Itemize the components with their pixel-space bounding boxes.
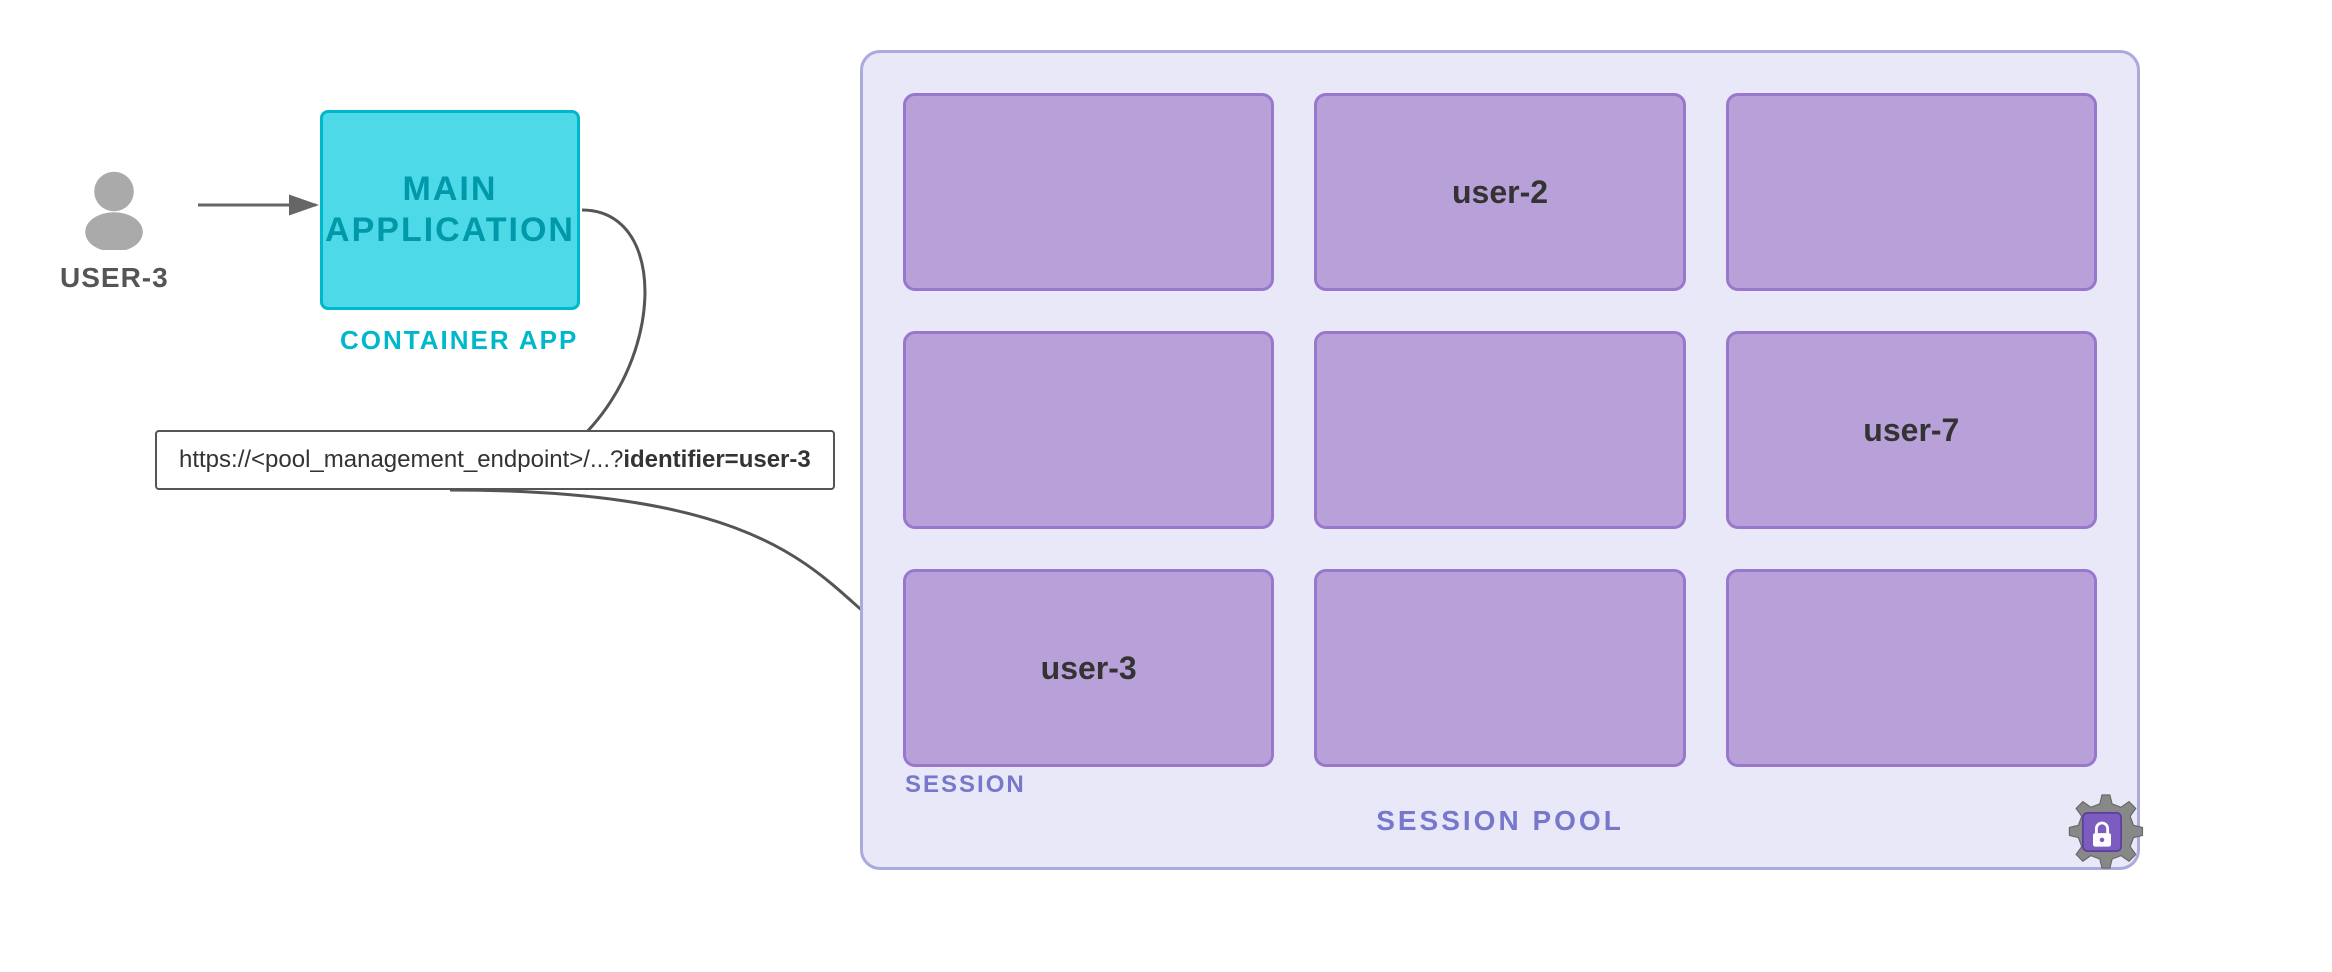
session-card-s3	[1726, 93, 2097, 291]
url-bold: identifier=user-3	[623, 446, 810, 473]
azure-icon	[2057, 787, 2147, 877]
url-box: https://<pool_management_endpoint>/...?i…	[155, 430, 835, 490]
sessions-grid: user-2 user-7 user-3	[903, 93, 2097, 827]
session-card-s4	[903, 331, 1274, 529]
session-card-s9	[1726, 569, 2097, 767]
session-label: SESSION	[905, 771, 1026, 799]
url-prefix: https://<pool_management_endpoint>/...?	[179, 446, 623, 473]
user-label: USER-3	[60, 262, 169, 294]
avatar	[69, 160, 159, 250]
session-card-s1	[903, 93, 1274, 291]
session-card-s6: user-7	[1726, 331, 2097, 529]
container-app-label: CONTAINER APP	[340, 325, 578, 356]
main-app-label: MAIN APPLICATION	[325, 169, 575, 251]
user-section: USER-3	[60, 160, 169, 294]
session-card-s8	[1314, 569, 1685, 767]
session-card-s2: user-2	[1314, 93, 1685, 291]
main-app-box: MAIN APPLICATION	[320, 110, 580, 310]
session-pool: user-2 user-7 user-3 SESSION SESSION POO…	[860, 50, 2140, 870]
session-card-s7: user-3	[903, 569, 1274, 767]
session-pool-label: SESSION POOL	[1376, 805, 1624, 837]
session-card-s5	[1314, 331, 1685, 529]
diagram: USER-3 MAIN APPLICATION CONTAINER APP ht…	[0, 0, 2332, 972]
